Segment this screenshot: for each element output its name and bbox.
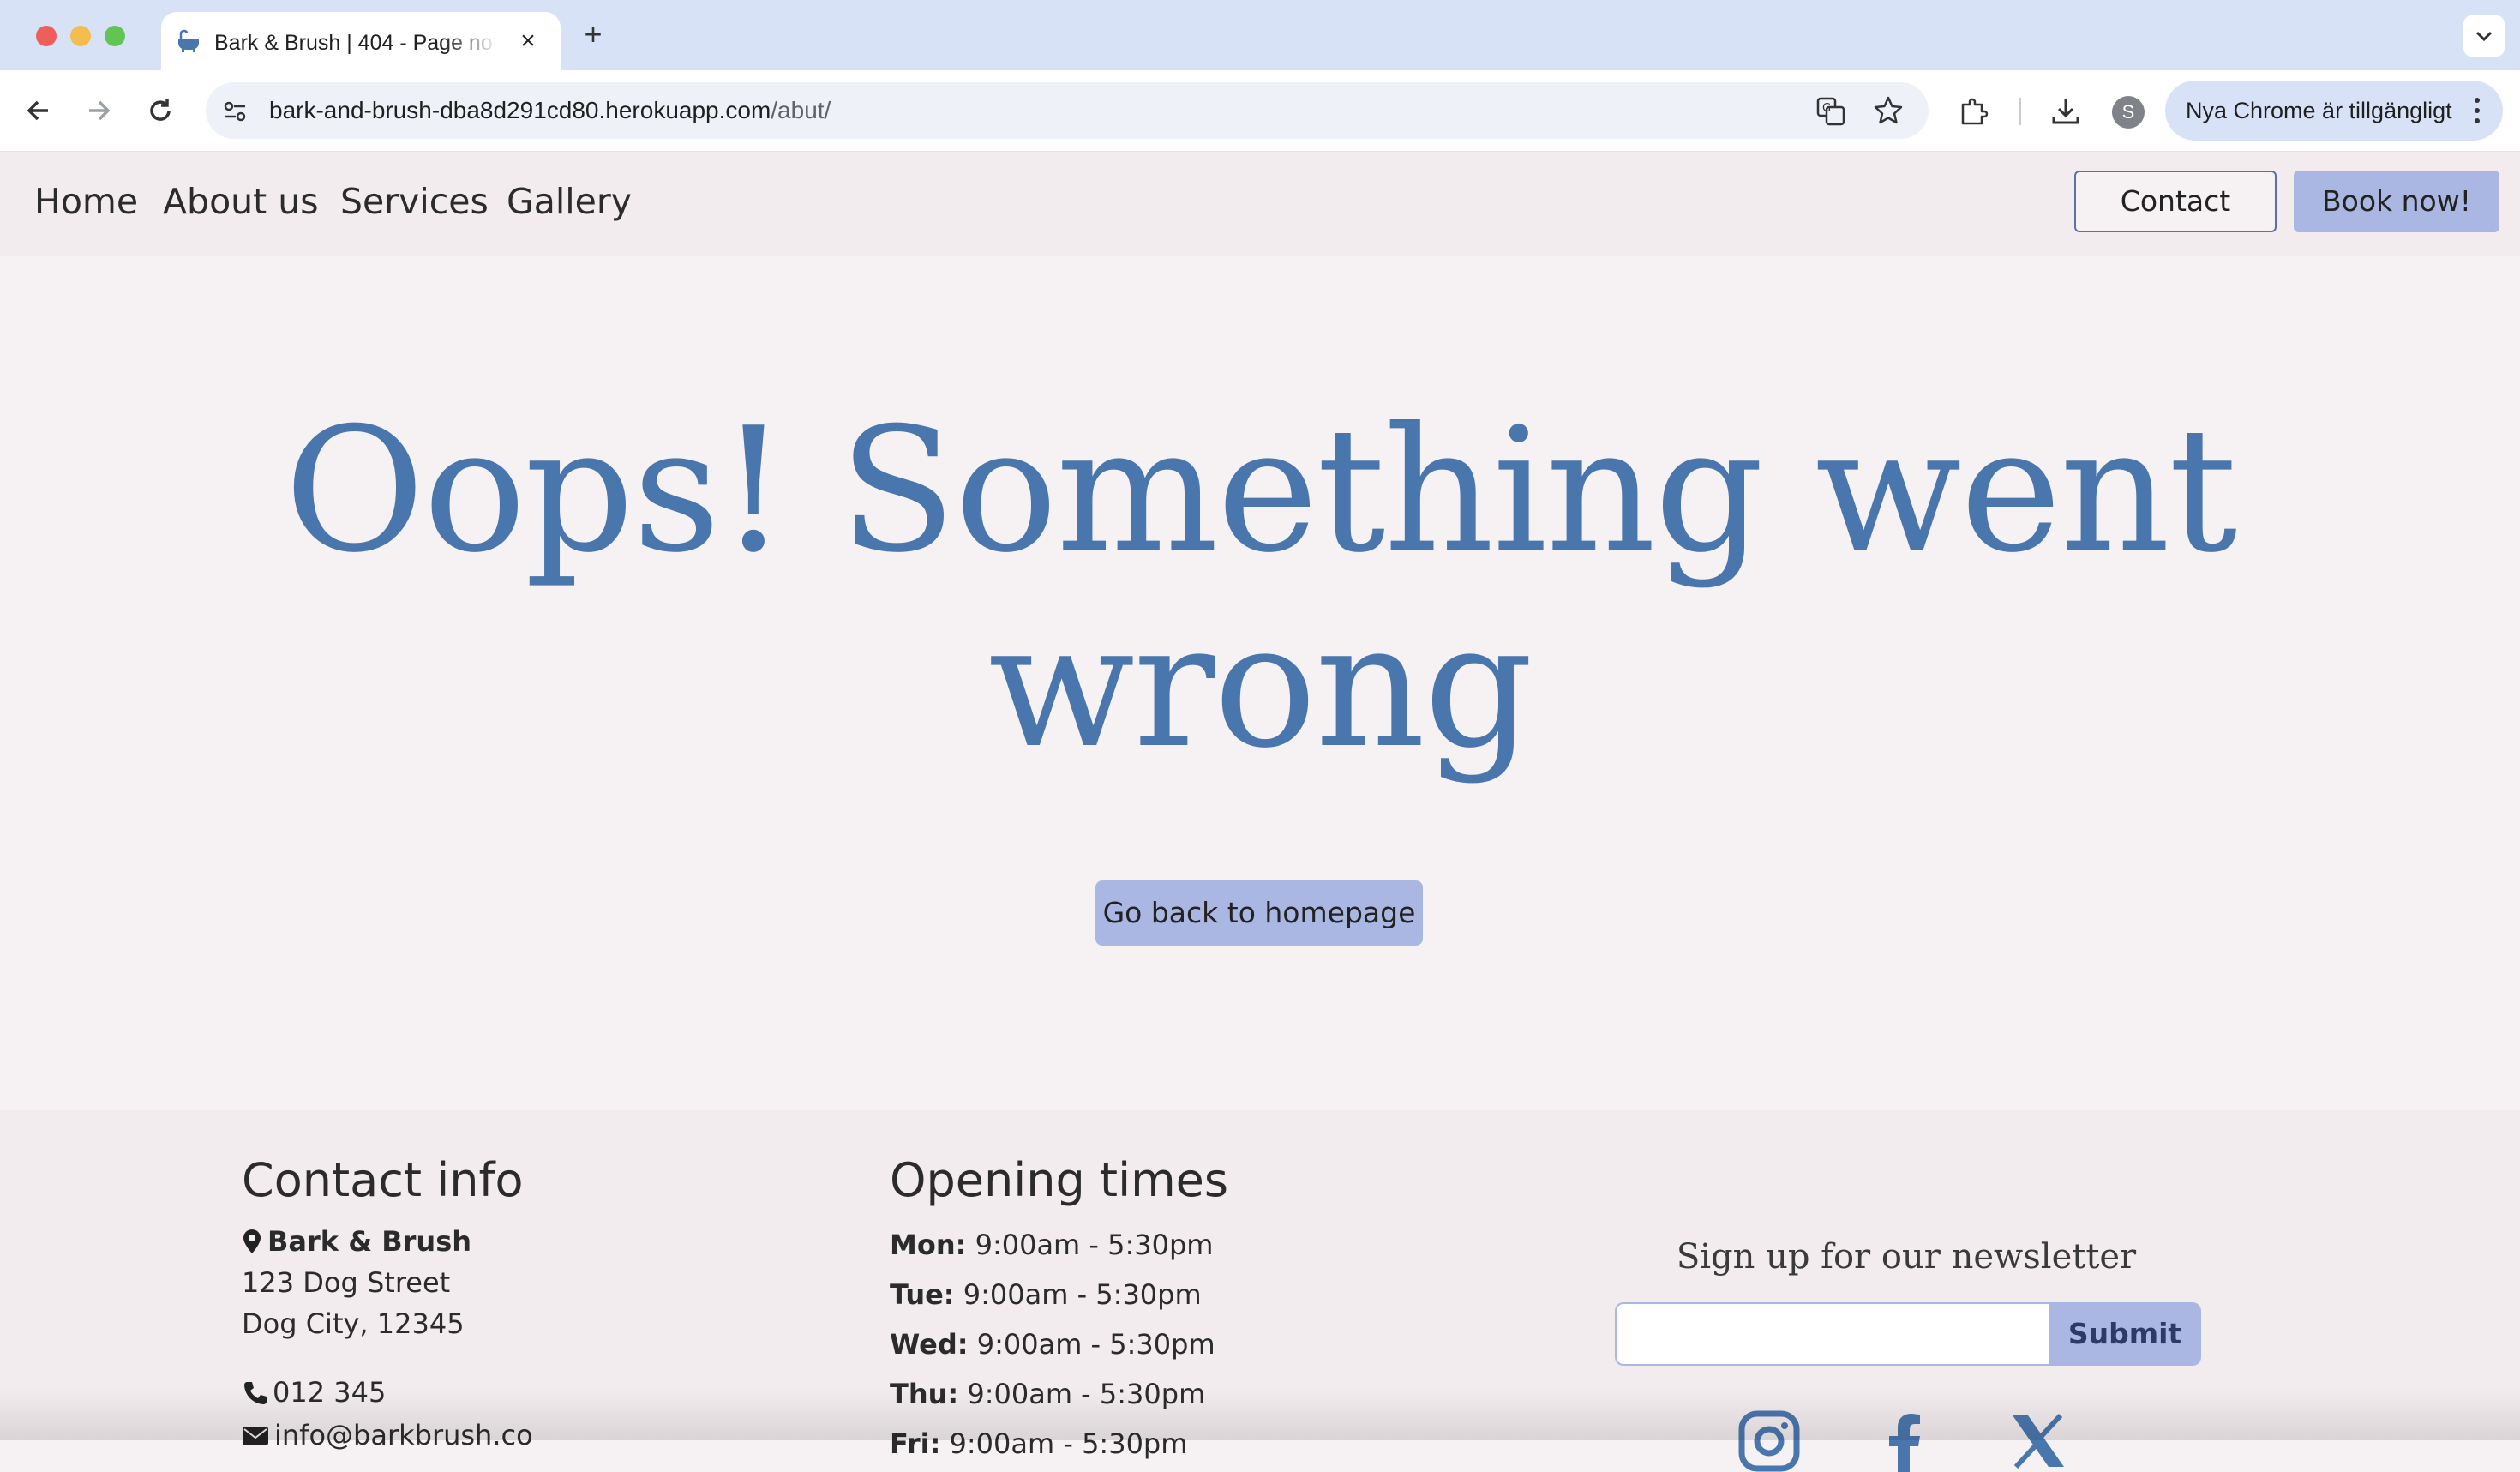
- hours-row: Tue: 9:00am - 5:30pm: [890, 1278, 1202, 1311]
- newsletter-email-input[interactable]: [1615, 1302, 2049, 1366]
- envelope-icon: [243, 1427, 268, 1445]
- reload-icon[interactable]: [141, 91, 180, 130]
- browser-toolbar: bark-and-brush-dba8d291cd80.herokuapp.co…: [0, 70, 2520, 152]
- hours-row: Fri: 9:00am - 5:30pm: [890, 1427, 1188, 1460]
- bathtub-favicon-icon: [178, 29, 199, 52]
- nav-link-gallery[interactable]: Gallery: [507, 181, 632, 222]
- hours-row: Mon: 9:00am - 5:30pm: [890, 1229, 1214, 1261]
- svg-text:G: G: [1822, 102, 1831, 115]
- url-text: bark-and-brush-dba8d291cd80.herokuapp.co…: [269, 97, 831, 123]
- update-label: Nya Chrome är tillgängligt: [2186, 98, 2452, 123]
- tab-close-icon[interactable]: ×: [511, 24, 545, 58]
- map-pin-icon: [243, 1229, 261, 1253]
- email-address[interactable]: info@barkbrush.co: [242, 1419, 533, 1451]
- opening-times-title: Opening times: [890, 1153, 1229, 1207]
- nav-link-services[interactable]: Services: [340, 181, 489, 222]
- newsletter-title: Sign up for our newsletter: [1676, 1237, 2137, 1277]
- chrome-update-button[interactable]: Nya Chrome är tillgängligt: [2165, 81, 2503, 141]
- go-home-button[interactable]: Go back to homepage: [1095, 880, 1423, 946]
- download-icon[interactable]: [2049, 94, 2083, 129]
- address-bar[interactable]: bark-and-brush-dba8d291cd80.herokuapp.co…: [206, 82, 1929, 139]
- contact-button[interactable]: Contact: [2074, 171, 2277, 232]
- forward-arrow-icon[interactable]: [79, 91, 118, 130]
- business-name: Bark & Brush: [242, 1225, 471, 1258]
- bookmark-star-icon[interactable]: [1872, 94, 1905, 127]
- phone-number[interactable]: 012 345: [242, 1376, 386, 1409]
- instagram-icon[interactable]: [1738, 1410, 1800, 1472]
- back-arrow-icon[interactable]: [19, 91, 58, 130]
- error-heading: Oops! Something went wrong: [284, 391, 2238, 786]
- site-navbar: Home About us Services Gallery Contact B…: [0, 152, 2520, 256]
- new-tab-button[interactable]: +: [576, 17, 610, 51]
- address-line-2: Dog City, 12345: [242, 1307, 465, 1340]
- kebab-menu-icon[interactable]: [2470, 96, 2484, 125]
- facebook-icon[interactable]: [1875, 1410, 1937, 1472]
- profile-avatar[interactable]: S: [2112, 96, 2145, 129]
- hours-row: Wed: 9:00am - 5:30pm: [890, 1328, 1215, 1361]
- window-close-button[interactable]: [36, 26, 57, 46]
- extensions-puzzle-icon[interactable]: [1956, 94, 1990, 129]
- browser-tab-strip: Bark & Brush | 404 - Page not found × +: [0, 0, 2520, 70]
- contact-info-title: Contact info: [242, 1153, 524, 1207]
- window-minimize-button[interactable]: [70, 26, 91, 46]
- site-settings-icon[interactable]: [221, 98, 249, 125]
- x-twitter-icon[interactable]: [2007, 1410, 2069, 1472]
- book-now-button[interactable]: Book now!: [2294, 171, 2499, 232]
- site-footer: Contact info Bark & Brush 123 Dog Street…: [0, 1110, 2520, 1472]
- newsletter-submit-button[interactable]: Submit: [2049, 1302, 2201, 1366]
- nav-link-home[interactable]: Home: [34, 181, 138, 222]
- address-line-1: 123 Dog Street: [242, 1266, 451, 1299]
- window-maximize-button[interactable]: [105, 26, 125, 46]
- nav-link-about[interactable]: About us: [163, 181, 319, 222]
- main-content: Oops! Something went wrong Go back to ho…: [0, 256, 2520, 1110]
- hours-row: Thu: 9:00am - 5:30pm: [890, 1378, 1206, 1410]
- tab-search-chevron-down-icon[interactable]: [2463, 15, 2505, 57]
- translate-icon[interactable]: G: [1815, 96, 1846, 127]
- phone-icon: [244, 1382, 267, 1404]
- browser-tab-active[interactable]: Bark & Brush | 404 - Page not found ×: [161, 12, 561, 70]
